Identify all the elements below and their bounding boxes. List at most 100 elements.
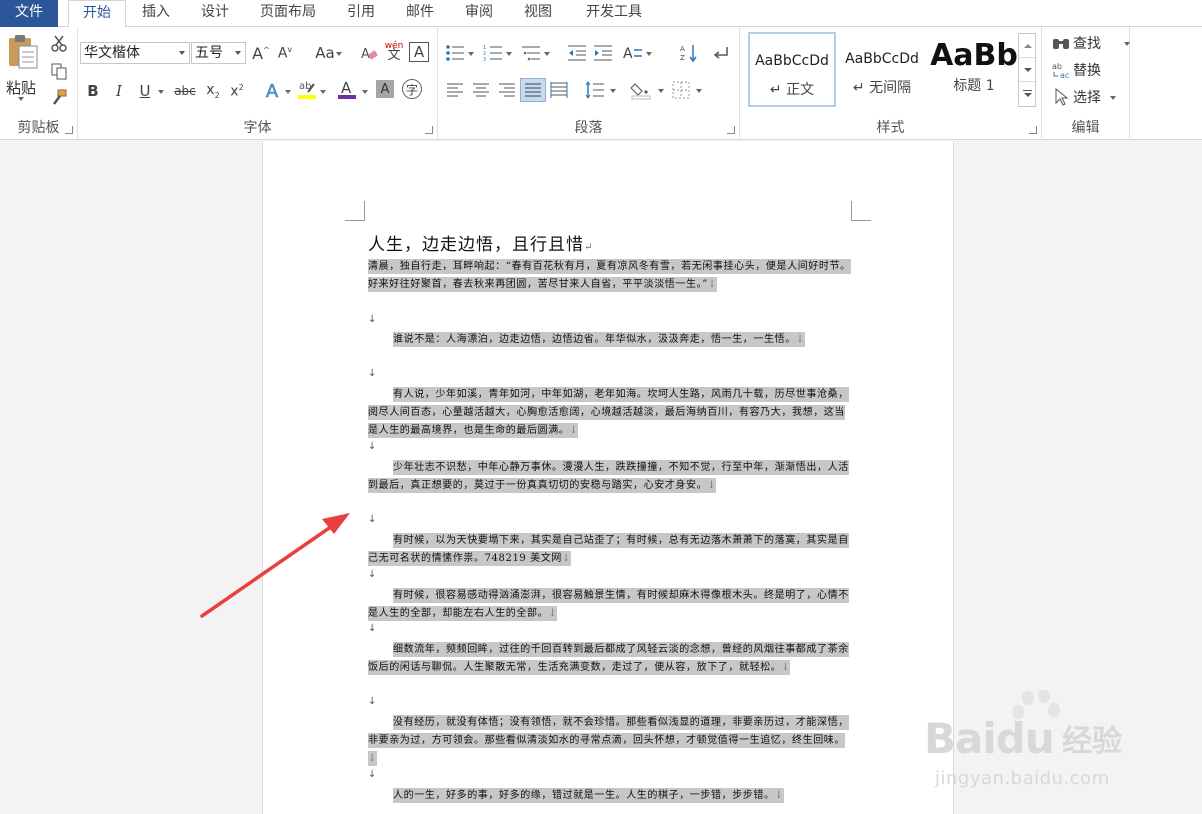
select-button[interactable]: 选择 (1052, 87, 1128, 107)
tab-file[interactable]: 文件 (0, 0, 58, 27)
underline-button[interactable]: U (134, 80, 156, 102)
paste-icon (9, 35, 38, 69)
font-name-combo[interactable]: 华文楷体 (80, 42, 190, 64)
paragraph-4[interactable]: 少年壮志不识愁，中年心静万事休。漫漫人生，跌跌撞撞，不知不觉，行至中年，渐渐悟出… (368, 459, 852, 495)
style-heading-1[interactable]: AaBb 标题 1 (928, 32, 1020, 107)
font-size-dropdown-icon[interactable] (231, 43, 245, 63)
shrink-font-button[interactable]: Av (274, 42, 296, 64)
character-shading-button[interactable]: A (376, 80, 394, 98)
paragraph-mark: ↵ (584, 242, 594, 253)
change-case-dropdown-icon[interactable] (336, 52, 342, 56)
tab-design[interactable]: 设计 (192, 0, 238, 27)
numbering-button[interactable]: 123 (482, 42, 504, 64)
styles-scroll-up-icon[interactable] (1019, 34, 1035, 58)
grow-font-button[interactable]: A^ (250, 42, 272, 64)
style-normal[interactable]: AaBbCcDd ↵ 正文 (748, 32, 836, 107)
align-right-button[interactable] (496, 79, 518, 101)
line-break-mark: ↓ (368, 514, 377, 525)
borders-dropdown-icon[interactable] (696, 89, 702, 93)
line-break-mark: ↓ (368, 623, 377, 634)
text-effects-button[interactable]: A (261, 80, 283, 102)
enclose-characters-icon: 字 (405, 82, 418, 97)
tab-view[interactable]: 视图 (515, 0, 561, 27)
paragraph-7[interactable]: 细数流年，频频回眸，过往的千回百转到最后都成了风轻云淡的念想，曾经的风烟往事都成… (368, 641, 852, 677)
borders-icon (672, 81, 690, 99)
multilevel-list-button[interactable] (520, 42, 542, 64)
paragraph-6[interactable]: 有时候，很容易感动得汹涌澎湃，很容易触景生情，有时候却麻木得像根木头。终是明了，… (368, 587, 852, 623)
paragraph-1[interactable]: 清晨，独自行走，耳畔响起：“春有百花秋有月，夏有凉风冬有雪，若无闲事挂心头，便是… (368, 258, 852, 294)
distributed-button[interactable] (548, 79, 570, 101)
shading-dropdown-icon[interactable] (658, 89, 664, 93)
paste-button[interactable]: 粘贴 (2, 33, 40, 101)
character-border-button[interactable]: A (409, 42, 429, 62)
paragraph-5[interactable]: 有时候，以为天快要塌下来，其实是自己站歪了；有时候，总有无边落木萧萧下的落寞，其… (368, 532, 852, 568)
cut-button[interactable] (48, 33, 70, 55)
borders-button[interactable] (670, 79, 692, 101)
phonetic-guide-button[interactable]: wén 文 (383, 40, 405, 63)
bullets-button[interactable] (444, 42, 466, 64)
multilevel-list-dropdown-icon[interactable] (544, 52, 550, 56)
style-no-spacing[interactable]: AaBbCcDd ↵ 无间隔 (838, 32, 926, 107)
bullets-dropdown-icon[interactable] (468, 52, 474, 56)
paragraph-launcher-icon[interactable] (727, 126, 735, 134)
increase-indent-button[interactable] (592, 42, 614, 64)
document-title[interactable]: 人生，边走边悟，且行且惜↵ (368, 230, 593, 255)
chinese-layout-button[interactable]: A (622, 42, 644, 64)
styles-launcher-icon[interactable] (1029, 126, 1037, 134)
numbering-dropdown-icon[interactable] (506, 52, 512, 56)
underline-dropdown-icon[interactable] (158, 90, 164, 94)
svg-text:ac: ac (1060, 71, 1069, 79)
eraser-icon: A (361, 47, 378, 62)
tab-review[interactable]: 审阅 (456, 0, 502, 27)
find-label: 查找 (1073, 36, 1101, 52)
tab-developer[interactable]: 开发工具 (578, 0, 650, 27)
font-size-combo[interactable]: 五号 (191, 42, 246, 64)
show-hide-marks-button[interactable] (710, 42, 732, 64)
format-painter-button[interactable] (48, 87, 70, 109)
paragraph-2[interactable]: 谁说不是：人海漂泊，边走边悟，边悟边省。年华似水，汲汲奔走，悟一生，一生悟。↓ (368, 331, 852, 349)
styles-scroll-down-icon[interactable] (1019, 58, 1035, 82)
strikethrough-button[interactable]: abc (170, 80, 200, 102)
subscript-button[interactable]: x2 (202, 80, 224, 102)
find-dropdown-icon[interactable] (1124, 42, 1130, 46)
highlight-button[interactable]: ab (296, 78, 318, 100)
chinese-layout-icon: A (623, 46, 642, 62)
copy-button[interactable] (48, 60, 70, 82)
document-page[interactable]: 人生，边走边悟，且行且惜↵ 清晨，独自行走，耳畔响起：“春有百花秋有月，夏有凉风… (262, 141, 954, 814)
paragraph-8[interactable]: 没有经历，就没有体悟；没有领悟，就不会珍惜。那些看似浅显的道理，非要亲历过，才能… (368, 714, 852, 768)
font-launcher-icon[interactable] (425, 126, 433, 134)
increase-indent-icon (594, 45, 612, 61)
find-button[interactable]: 查找 (1052, 33, 1130, 53)
line-spacing-dropdown-icon[interactable] (610, 89, 616, 93)
italic-button[interactable]: I (108, 80, 130, 102)
font-color-button[interactable]: A (336, 78, 358, 100)
paragraph-9[interactable]: 人的一生，好多的事，好多的缘，错过就是一生。人生的棋子，一步错，步步错。↓ (368, 787, 852, 805)
superscript-button[interactable]: x2 (226, 80, 248, 102)
enclose-characters-button[interactable]: 字 (402, 79, 422, 99)
line-break-mark: ↓ (368, 696, 377, 707)
justify-button[interactable] (520, 78, 546, 102)
sort-button[interactable]: AZ (678, 42, 700, 64)
replace-button[interactable]: ab ac 替换 (1052, 60, 1128, 80)
text-effects-dropdown-icon[interactable] (285, 90, 291, 94)
tab-mailings[interactable]: 邮件 (397, 0, 443, 27)
paragraph-3[interactable]: 有人说，少年如溪，青年如河，中年如湖，老年如海。坎坷人生路，风雨几十载，历尽世事… (368, 386, 852, 440)
tab-page-layout[interactable]: 页面布局 (252, 0, 324, 27)
clear-formatting-button[interactable]: A (358, 42, 380, 64)
font-name-dropdown-icon[interactable] (175, 43, 189, 63)
align-left-button[interactable] (444, 79, 466, 101)
clipboard-launcher-icon[interactable] (65, 126, 73, 134)
styles-more-icon[interactable] (1019, 82, 1035, 106)
tab-insert[interactable]: 插入 (133, 0, 179, 27)
highlight-dropdown-icon[interactable] (320, 90, 326, 94)
tab-home[interactable]: 开始 (68, 0, 126, 28)
line-spacing-button[interactable] (584, 79, 606, 101)
chinese-layout-dropdown-icon[interactable] (646, 52, 652, 56)
bold-button[interactable]: B (82, 80, 104, 102)
select-dropdown-icon[interactable] (1110, 96, 1116, 100)
decrease-indent-button[interactable] (566, 42, 588, 64)
tab-references[interactable]: 引用 (338, 0, 384, 27)
font-color-dropdown-icon[interactable] (362, 90, 368, 94)
shading-button[interactable] (630, 79, 652, 101)
align-center-button[interactable] (470, 79, 492, 101)
